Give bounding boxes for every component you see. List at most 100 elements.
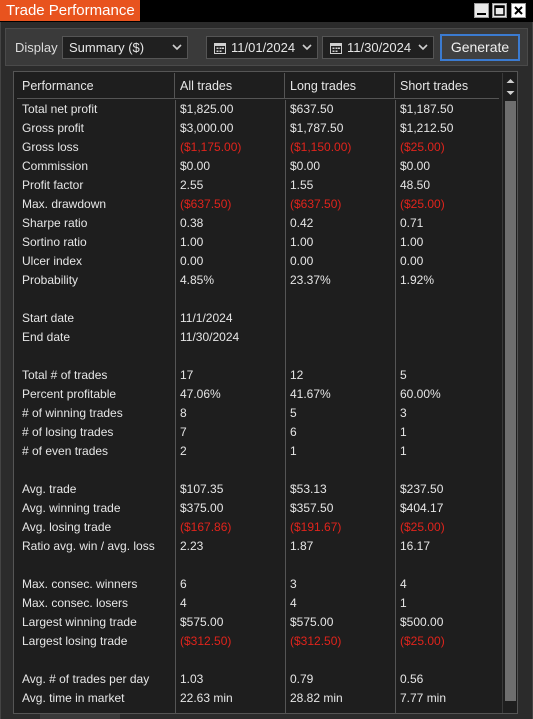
long-trades-value: 28.82 min xyxy=(290,691,343,705)
short-trades-value: 1 xyxy=(400,425,407,439)
short-trades-value: 16.17 xyxy=(400,539,431,553)
table-row: Total # of trades 17 12 5 xyxy=(17,366,499,385)
long-trades-value: 6 xyxy=(290,425,297,439)
generate-button[interactable]: Generate xyxy=(440,34,520,61)
header-all-trades[interactable]: All trades xyxy=(175,73,285,99)
table-row: Sharpe ratio 0.38 0.42 0.71 xyxy=(17,214,499,233)
all-trades-value: 7 xyxy=(180,425,187,439)
long-trades-value: 0.00 xyxy=(290,254,314,268)
metric-label: Avg. losing trade xyxy=(22,520,112,534)
all-trades-value xyxy=(175,290,285,309)
table-row: Ulcer index 0.00 0.00 0.00 xyxy=(17,252,499,271)
long-trades-value: $357.50 xyxy=(290,501,334,515)
all-trades-value: 1.00 xyxy=(180,235,204,249)
all-trades-value: 1.03 xyxy=(180,672,204,686)
long-trades-value: 0.79 xyxy=(290,672,314,686)
short-trades-value xyxy=(395,309,499,328)
all-trades-value: 2.55 xyxy=(180,178,204,192)
end-date-value: 11/30/2024 xyxy=(347,40,412,55)
short-trades-value: 4 xyxy=(400,577,407,591)
start-date-picker[interactable]: 11/01/2024 xyxy=(206,36,318,59)
table-row: Avg. time in market 22.63 min 28.82 min 7.7… xyxy=(17,689,499,708)
long-trades-value: 41.67% xyxy=(290,387,331,401)
long-trades-value: 1.87 xyxy=(290,539,314,553)
short-trades-value: $1,212.50 xyxy=(400,121,454,135)
short-trades-value: ($25.00) xyxy=(400,197,445,211)
all-trades-value: 2 xyxy=(180,444,187,458)
metric-label xyxy=(17,556,175,575)
display-select-value: Summary ($) xyxy=(69,40,145,55)
all-trades-value xyxy=(175,347,285,366)
all-trades-value: ($637.50) xyxy=(180,197,232,211)
table-row: Ratio avg. win / avg. loss 2.23 1.87 16.17 xyxy=(17,537,499,556)
close-button[interactable] xyxy=(511,3,526,18)
metric-label: Commission xyxy=(22,159,89,173)
long-trades-value: ($191.67) xyxy=(290,520,342,534)
long-trades-value xyxy=(285,461,395,480)
maximize-button[interactable] xyxy=(492,3,507,18)
all-trades-value xyxy=(175,556,285,575)
all-trades-value: ($1,175.00) xyxy=(180,140,242,154)
header-long-trades[interactable]: Long trades xyxy=(285,73,395,99)
table-row: Max. consec. winners 6 3 4 xyxy=(17,575,499,594)
short-trades-value: 0.71 xyxy=(400,216,424,230)
short-trades-value: $0.00 xyxy=(400,159,431,173)
table-row: Percent profitable 47.06% 41.67% 60.00% xyxy=(17,385,499,404)
minimize-icon xyxy=(477,13,486,15)
maximize-icon xyxy=(494,5,505,16)
header-short-trades[interactable]: Short trades xyxy=(395,73,499,99)
table-row: Profit factor 2.55 1.55 48.50 xyxy=(17,176,499,195)
bottom-tab xyxy=(40,714,120,719)
minimize-button[interactable] xyxy=(474,3,489,18)
end-date-picker[interactable]: 11/30/2024 xyxy=(322,36,434,59)
table-row xyxy=(17,461,499,480)
grid-body: Total net profit $1,825.00 $637.50 $1,187.5… xyxy=(17,100,499,713)
table-row: Avg. losing trade ($167.86) ($191.67) ($25.… xyxy=(17,518,499,537)
short-trades-value: 1.92% xyxy=(400,273,435,287)
scroll-down-icon[interactable] xyxy=(505,88,516,98)
table-row: Max. consec. losers 4 4 1 xyxy=(17,594,499,613)
chevron-down-icon xyxy=(302,44,312,51)
short-trades-value: $500.00 xyxy=(400,615,444,629)
table-row: Avg. winning trade $375.00 $357.50 $404.17 xyxy=(17,499,499,518)
table-row: Largest winning trade $575.00 $575.00 $500.… xyxy=(17,613,499,632)
all-trades-value: 0.00 xyxy=(180,254,204,268)
scrollbar-thumb[interactable] xyxy=(505,101,516,701)
long-trades-value xyxy=(285,328,395,347)
chevron-down-icon xyxy=(172,44,182,51)
short-trades-value xyxy=(395,651,499,670)
vertical-scrollbar[interactable] xyxy=(502,73,517,713)
metric-label: Sharpe ratio xyxy=(22,216,88,230)
table-row: Sortino ratio 1.00 1.00 1.00 xyxy=(17,233,499,252)
scroll-up-icon[interactable] xyxy=(505,76,516,86)
display-select[interactable]: Summary ($) xyxy=(62,36,188,59)
metric-label: Max. consec. losers xyxy=(22,596,129,610)
all-trades-value: 11/1/2024 xyxy=(180,311,233,325)
metric-label: Total net profit xyxy=(22,102,98,116)
header-performance[interactable]: Performance xyxy=(17,73,175,99)
metric-label: Gross profit xyxy=(22,121,85,135)
long-trades-value: 1 xyxy=(290,444,297,458)
table-row xyxy=(17,347,499,366)
short-trades-value: $1,187.50 xyxy=(400,102,454,116)
all-trades-value: $1,825.00 xyxy=(180,102,234,116)
short-trades-value: $404.17 xyxy=(400,501,444,515)
metric-label: Probability xyxy=(22,273,79,287)
long-trades-value: 1.00 xyxy=(290,235,314,249)
all-trades-value xyxy=(175,651,285,670)
short-trades-value: 3 xyxy=(400,406,407,420)
long-trades-value: $0.00 xyxy=(290,159,321,173)
close-icon xyxy=(514,6,523,15)
metric-label: Largest winning trade xyxy=(22,615,137,629)
table-row: Probability 4.85% 23.37% 1.92% xyxy=(17,271,499,290)
all-trades-value: 2.23 xyxy=(180,539,204,553)
table-row: Start date 11/1/2024 xyxy=(17,309,499,328)
long-trades-value xyxy=(285,651,395,670)
metric-label: Ulcer index xyxy=(22,254,83,268)
long-trades-value xyxy=(285,290,395,309)
metric-label: Ratio avg. win / avg. loss xyxy=(22,539,155,553)
long-trades-value: ($1,150.00) xyxy=(290,140,352,154)
short-trades-value: 5 xyxy=(400,368,407,382)
short-trades-value: 0.00 xyxy=(400,254,424,268)
long-trades-value xyxy=(285,309,395,328)
